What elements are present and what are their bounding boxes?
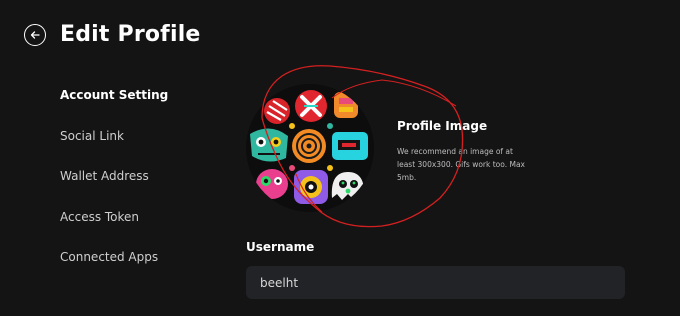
- username-input[interactable]: [246, 266, 625, 299]
- sidebar-item-social-link[interactable]: Social Link: [60, 125, 220, 147]
- sidebar-item-connected-apps[interactable]: Connected Apps: [60, 246, 220, 268]
- profile-image-title: Profile Image: [397, 119, 488, 133]
- arrow-left-icon: [30, 31, 40, 39]
- profile-avatar[interactable]: [246, 84, 374, 212]
- page-title: Edit Profile: [60, 22, 201, 47]
- sidebar-item-account-setting[interactable]: Account Setting: [60, 84, 220, 106]
- back-button[interactable]: [24, 24, 46, 46]
- profile-image-description: We recommend an image of at least 300x30…: [397, 147, 525, 182]
- settings-sidebar: Account Setting Social Link Wallet Addre…: [60, 84, 220, 287]
- username-label: Username: [246, 240, 315, 254]
- sidebar-item-access-token[interactable]: Access Token: [60, 206, 220, 228]
- profile-avatar-image: [246, 84, 374, 212]
- sidebar-item-wallet-address[interactable]: Wallet Address: [60, 165, 220, 187]
